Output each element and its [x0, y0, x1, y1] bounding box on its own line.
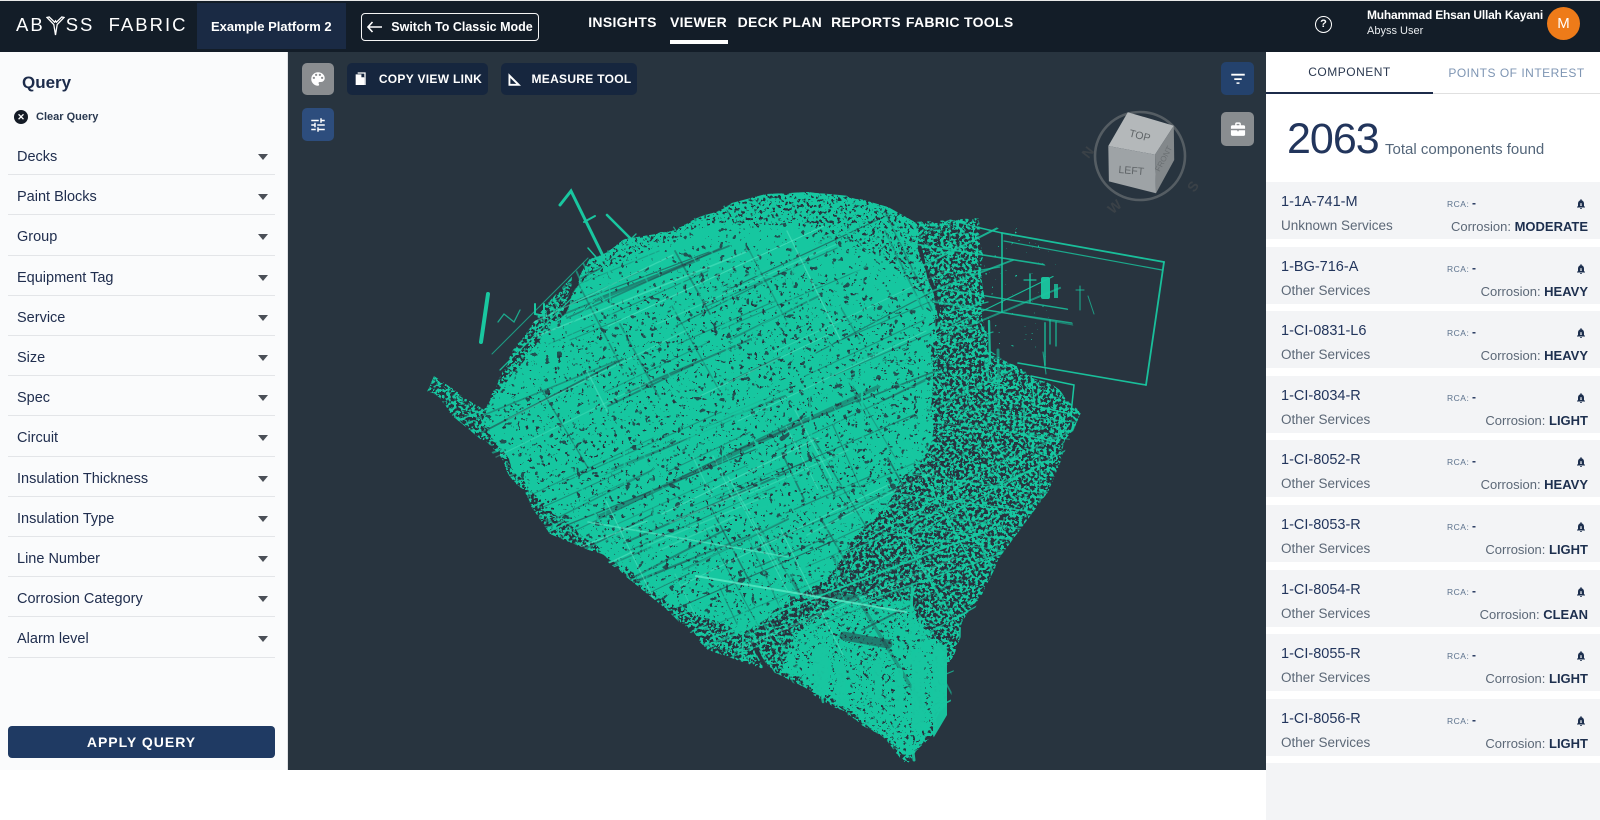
svg-text:W: W: [1104, 196, 1125, 217]
svg-text:S: S: [1184, 178, 1202, 195]
svg-text:LEFT: LEFT: [1118, 164, 1145, 178]
